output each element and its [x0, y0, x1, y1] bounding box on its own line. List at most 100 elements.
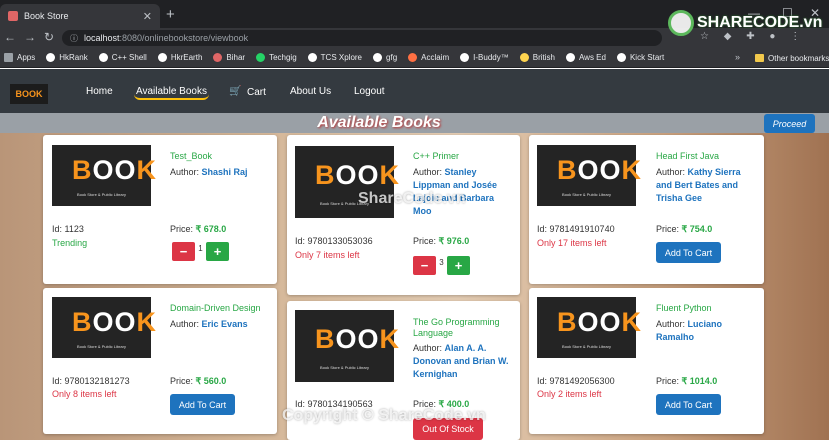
- book-author: Author: Kathy Sierra and Bert Bates and …: [656, 167, 741, 203]
- bookmark-tcs-xplore[interactable]: TCS Xplore: [307, 53, 362, 62]
- book-cover-image: BOOK Book Store & Public Library: [537, 145, 641, 206]
- watermark-bottom: Copyright © ShareCode.vn: [282, 407, 486, 424]
- bookmark-techgig[interactable]: Techgig: [256, 53, 297, 62]
- url-path: :8080/onlinebookstore/viewbook: [119, 33, 249, 43]
- book-author: Author: Shashi Raj: [170, 167, 248, 177]
- globe-icon: [460, 53, 470, 62]
- book-status: Only 8 items left: [52, 389, 117, 399]
- book-price: Price: ₹ 560.0: [170, 376, 227, 386]
- apps-grid-icon: [4, 53, 13, 62]
- quantity-value: 1: [198, 244, 203, 253]
- bookmarks-bar: Apps HkRank C++ Shell HkrEarth Bihar Tec…: [0, 48, 829, 68]
- browser-tab[interactable]: Book Store ✕: [0, 4, 160, 28]
- book-status: Trending: [52, 238, 88, 248]
- globe-icon: [46, 53, 56, 62]
- book-id: Id: 9780133053036: [295, 236, 373, 246]
- site-info-icon[interactable]: ⓘ: [70, 33, 78, 44]
- book-title: The Go Programming Language: [413, 317, 500, 338]
- book-favicon-icon: [8, 11, 18, 21]
- book-cover-image: BOOK Book Store & Public Library: [52, 297, 156, 358]
- nav-logout[interactable]: Logout: [354, 86, 385, 97]
- globe-icon: [616, 53, 626, 62]
- bookmark-gfg[interactable]: gfg: [373, 53, 397, 62]
- bookmark-cpp-shell[interactable]: C++ Shell: [98, 53, 147, 62]
- book-card: BOOK Book Store & Public Library Fluent …: [529, 288, 764, 434]
- book-author: Author: Alan A. A. Donovan and Brian W. …: [413, 343, 509, 379]
- content-area: Available Books Proceed BOOK Book Store …: [0, 113, 829, 440]
- bookmark-hkrearth[interactable]: HkrEarth: [157, 53, 202, 62]
- page-title: Available Books: [317, 114, 441, 131]
- book-price: Price: ₹ 678.0: [170, 224, 227, 234]
- sharecode-logo: SHARECODE.vn: [668, 10, 822, 36]
- nav-home[interactable]: Home: [86, 86, 113, 97]
- new-tab-icon[interactable]: +: [166, 6, 175, 23]
- book-card: BOOK Book Store & Public Library Head Fi…: [529, 135, 764, 284]
- book-price: Price: ₹ 754.0: [656, 224, 713, 234]
- bookmark-hkrank[interactable]: HkRank: [46, 53, 88, 62]
- nav-available-books[interactable]: Available Books: [134, 86, 209, 100]
- globe-icon: [565, 53, 575, 62]
- nav-cart[interactable]: Cart: [247, 87, 266, 98]
- bookmark-kick-start[interactable]: Kick Start: [616, 53, 664, 62]
- book-id: Id: 9781492056300: [537, 376, 615, 386]
- nav-cart-icon[interactable]: 🛒: [229, 86, 241, 97]
- book-title: C++ Primer: [413, 151, 460, 161]
- book-card: BOOK Book Store & Public Library Test_Bo…: [43, 135, 277, 284]
- book-id: Id: 1123: [52, 224, 84, 234]
- bookmark-apps[interactable]: Apps: [4, 53, 35, 62]
- bookmark-aws-ed[interactable]: Aws Ed: [565, 53, 606, 62]
- book-title: Domain-Driven Design: [170, 303, 261, 313]
- globe-icon: [307, 53, 317, 62]
- increase-quantity-button[interactable]: +: [447, 256, 470, 275]
- address-bar[interactable]: ⓘ localhost:8080/onlinebookstore/viewboo…: [62, 30, 662, 46]
- book-status: Only 17 items left: [537, 238, 607, 248]
- proceed-button[interactable]: Proceed: [764, 114, 815, 133]
- other-bookmarks[interactable]: Other bookmarks: [755, 48, 829, 68]
- globe-icon: [373, 53, 383, 62]
- whatsapp-icon: [256, 53, 266, 62]
- decrease-quantity-button[interactable]: −: [413, 256, 436, 275]
- acclaim-icon: [408, 53, 418, 62]
- bookmark-ibuddy[interactable]: I-Buddy™: [460, 53, 509, 62]
- site-navbar: BOOK Home Available Books 🛒 Cart About U…: [0, 69, 829, 113]
- quantity-value: 3: [439, 258, 444, 267]
- book-card: BOOK Book Store & Public Library Domain-…: [43, 288, 277, 434]
- quantity-stepper: − 3 +: [413, 256, 470, 275]
- nav-about-us[interactable]: About Us: [290, 86, 331, 97]
- reload-icon[interactable]: ↻: [44, 30, 54, 44]
- globe-icon: [157, 53, 167, 62]
- back-icon[interactable]: ←: [4, 30, 16, 44]
- book-status: Only 2 items left: [537, 389, 602, 399]
- book-cover-image: BOOK Book Store & Public Library: [537, 297, 641, 358]
- bookmark-british[interactable]: British: [519, 53, 555, 62]
- folder-icon: [755, 54, 764, 62]
- book-card: BOOK Book Store & Public Library C++ Pri…: [287, 135, 520, 295]
- book-title: Fluent Python: [656, 303, 712, 313]
- flag-icon: [213, 53, 223, 62]
- book-id: Id: 9780132181273: [52, 376, 130, 386]
- bookmark-bihar[interactable]: Bihar: [213, 53, 245, 62]
- book-author: Author: Luciano Ramalho: [656, 319, 723, 342]
- site-logo[interactable]: BOOK: [10, 84, 48, 104]
- book-price: Price: ₹ 976.0: [413, 236, 470, 246]
- tab-title: Book Store: [24, 11, 69, 21]
- add-to-cart-button[interactable]: Add To Cart: [656, 394, 721, 415]
- forward-icon[interactable]: →: [24, 30, 36, 44]
- bookmark-acclaim[interactable]: Acclaim: [408, 53, 449, 62]
- url-host: localhost: [84, 33, 120, 43]
- globe-icon: [98, 53, 108, 62]
- book-title: Test_Book: [170, 151, 213, 161]
- increase-quantity-button[interactable]: +: [206, 242, 229, 261]
- bookmarks-overflow-icon[interactable]: »: [735, 52, 740, 62]
- watermark-center: ShareCode.vn: [358, 190, 466, 207]
- book-id: Id: 9781491910740: [537, 224, 615, 234]
- sharecode-logo-icon: [668, 10, 694, 36]
- book-author: Author: Eric Evans: [170, 319, 248, 329]
- book-price: Price: ₹ 1014.0: [656, 376, 718, 386]
- decrease-quantity-button[interactable]: −: [172, 242, 195, 261]
- add-to-cart-button[interactable]: Add To Cart: [170, 394, 235, 415]
- add-to-cart-button[interactable]: Add To Cart: [656, 242, 721, 263]
- book-title: Head First Java: [656, 151, 720, 161]
- close-tab-icon[interactable]: ✕: [143, 10, 152, 23]
- book-cover-image: BOOK Book Store & Public Library: [295, 310, 399, 382]
